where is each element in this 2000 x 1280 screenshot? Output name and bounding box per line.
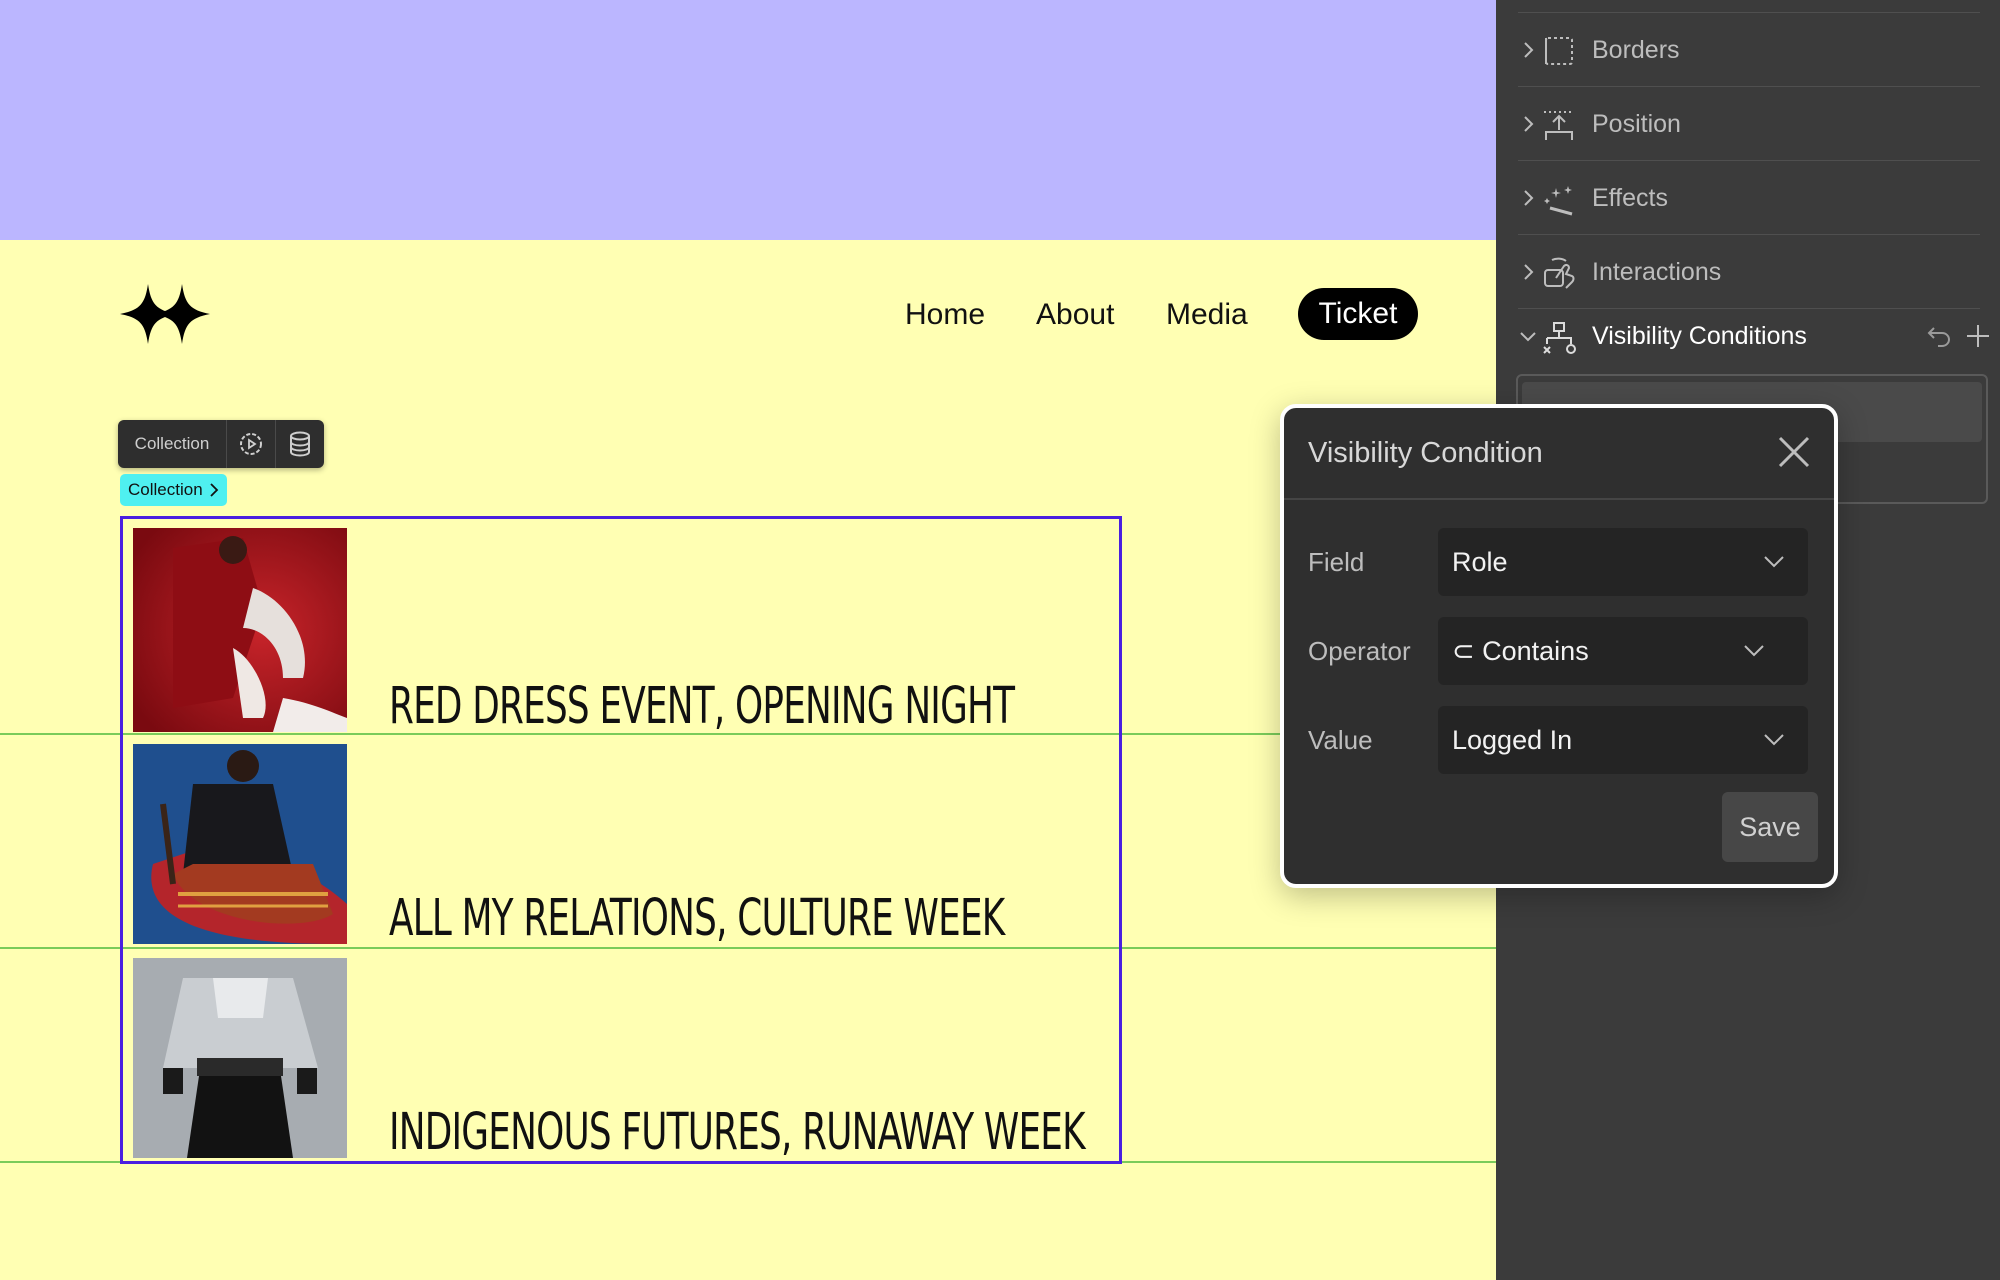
section-effects[interactable]: Effects [1518,162,1980,235]
collection-database-button[interactable] [276,420,324,468]
list-item[interactable]: INDIGENOUS FUTURES, RUNAWAY WEEK [133,958,1113,1158]
nav-about-link[interactable]: About [1036,288,1114,342]
nav-ticket-button[interactable]: Ticket [1298,288,1418,340]
dialog-title: Visibility Condition [1308,437,1543,469]
collection-tag-label: Collection [128,480,203,499]
top-color-band [0,0,1496,240]
item-title: INDIGENOUS FUTURES, RUNAWAY WEEK [389,1103,1086,1162]
chevron-down-icon [1744,645,1764,657]
value-label: Value [1308,725,1373,755]
collection-toolbar: Collection [118,420,324,468]
chevron-right-icon [1524,190,1534,206]
gear-play-icon [240,433,262,455]
item-title: ALL MY RELATIONS, CULTURE WEEK [389,889,1005,948]
value-select-value: Logged In [1452,725,1573,755]
field-label: Field [1308,547,1365,577]
effects-icon [1544,186,1573,216]
item-image [133,528,347,732]
design-canvas[interactable]: Home About Media Ticket Collection Colle… [0,0,1496,1280]
collection-tag[interactable]: Collection [120,474,227,506]
section-interactions[interactable]: Interactions [1518,236,1980,309]
plus-icon[interactable] [1964,322,1992,350]
close-icon[interactable] [1774,432,1814,472]
field-select[interactable]: Role [1438,528,1808,596]
section-label: Position [1592,110,1681,138]
item-title: RED DRESS EVENT, OPENING NIGHT [389,677,1015,736]
borders-icon [1545,37,1573,65]
nav-media-link[interactable]: Media [1166,288,1248,342]
nav-home-link[interactable]: Home [905,288,985,342]
chevron-down-icon [1520,332,1536,342]
operator-select-value: ⊂ Contains [1452,636,1589,666]
item-image [133,744,347,944]
interactions-icon [1544,257,1575,289]
position-icon [1544,111,1574,140]
item-image [133,958,347,1158]
operator-select[interactable]: ⊂ Contains [1438,617,1808,685]
value-select[interactable]: Logged In [1438,706,1808,774]
undo-icon[interactable] [1926,324,1952,350]
section-borders[interactable]: Borders [1518,14,1980,87]
database-icon [290,431,310,457]
chevron-down-icon [1764,556,1784,568]
chevron-right-icon [1524,116,1534,132]
list-item[interactable]: ALL MY RELATIONS, CULTURE WEEK [133,744,1113,944]
section-label: Visibility Conditions [1592,322,1807,350]
visibility-condition-dialog: Visibility Condition Field Role Operator… [1280,404,1838,888]
visibility-conditions-icon [1543,322,1576,354]
main-nav: Home About Media Ticket [0,288,1496,342]
chevron-right-icon [1524,264,1534,280]
operator-label: Operator [1308,636,1411,666]
section-position[interactable]: Position [1518,88,1980,161]
chevron-right-icon [1524,42,1534,58]
list-item[interactable]: RED DRESS EVENT, OPENING NIGHT [133,528,1113,732]
panel-divider [1518,12,1980,13]
section-visibility-conditions[interactable]: Visibility Conditions [1518,300,1989,372]
dialog-header: Visibility Condition [1284,408,1834,500]
chevron-down-icon [1764,734,1784,746]
section-label: Borders [1592,36,1680,64]
collection-list[interactable]: RED DRESS EVENT, OPENING NIGHT ALL MY RE… [120,516,1122,1164]
section-label: Interactions [1592,258,1722,286]
field-select-value: Role [1452,547,1508,577]
chevron-right-icon [210,483,218,497]
collection-settings-button[interactable] [227,420,276,468]
section-label: Effects [1592,184,1668,212]
save-button[interactable]: Save [1722,792,1818,862]
collection-toolbar-label[interactable]: Collection [118,420,227,468]
